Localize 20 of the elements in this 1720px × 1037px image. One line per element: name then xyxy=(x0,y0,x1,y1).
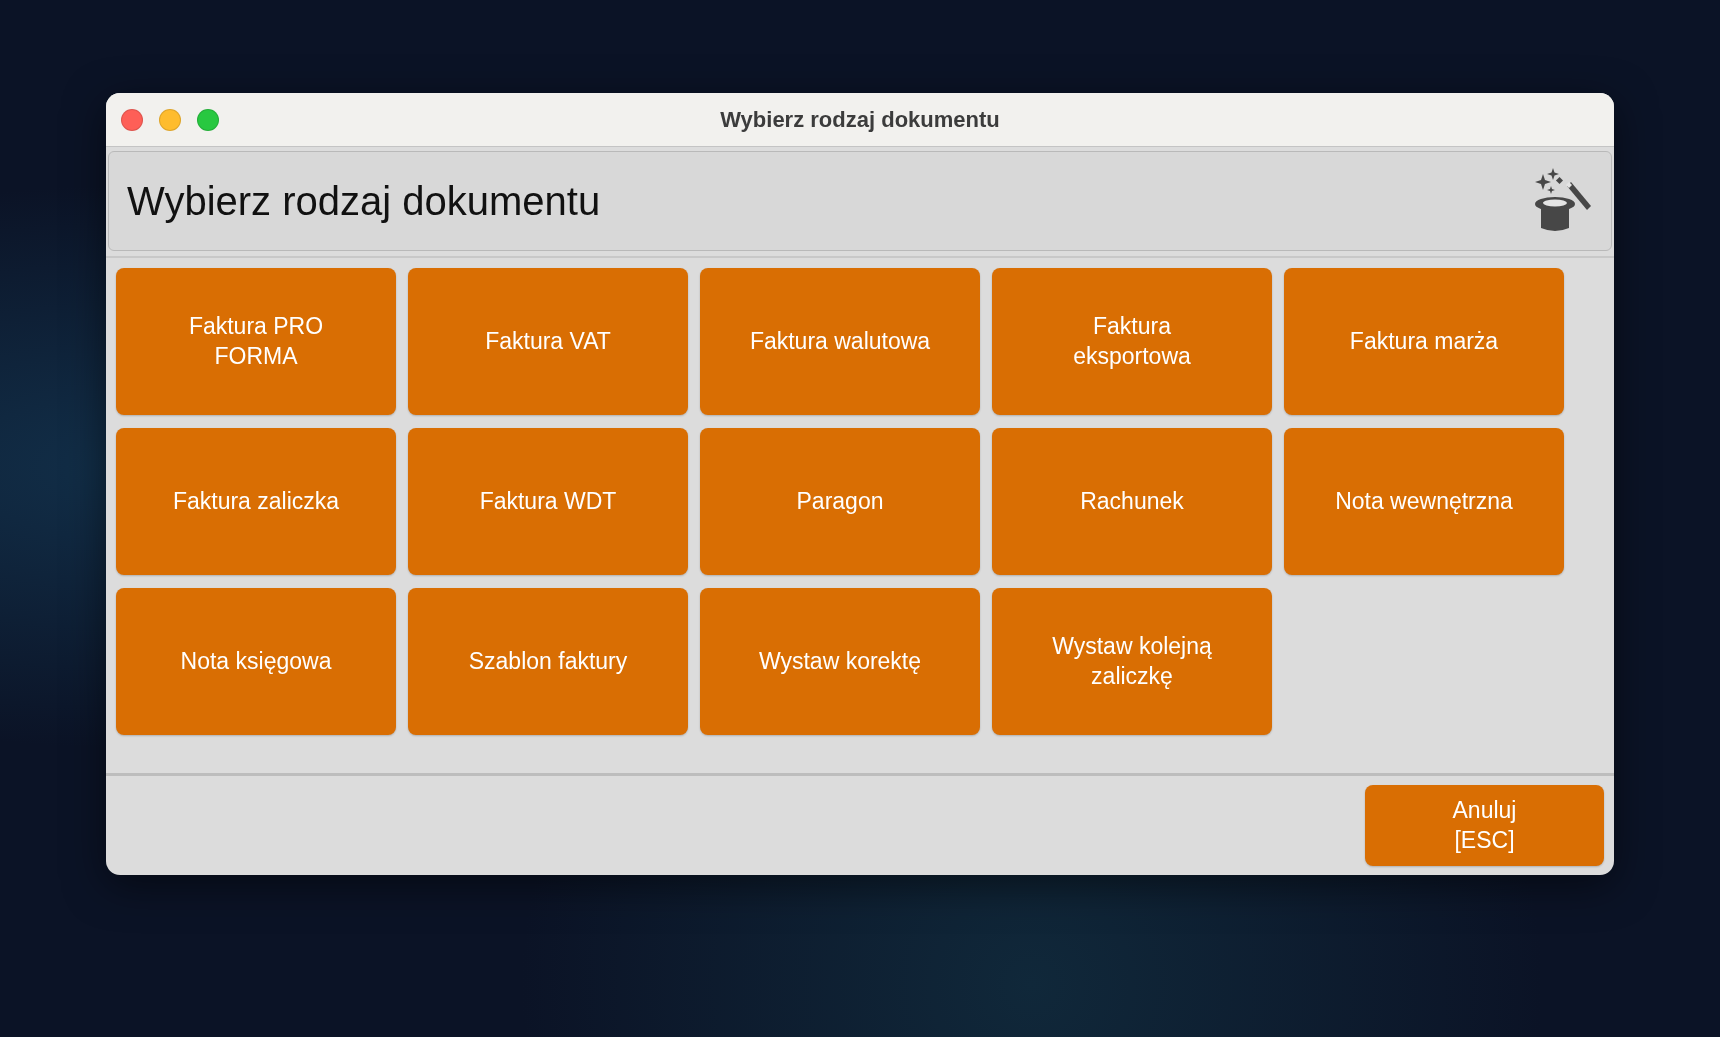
document-type-button[interactable]: Faktura WDT xyxy=(408,428,688,575)
document-type-button[interactable]: Faktura VAT xyxy=(408,268,688,415)
document-type-button[interactable]: Wystaw kolejną zaliczkę xyxy=(992,588,1272,735)
minimize-button[interactable] xyxy=(159,108,181,131)
document-type-button[interactable]: Faktura walutowa xyxy=(700,268,980,415)
document-type-button[interactable]: Wystaw korektę xyxy=(700,588,980,735)
document-type-button[interactable]: Szablon faktury xyxy=(408,588,688,735)
document-type-button[interactable]: Nota wewnętrzna xyxy=(1284,428,1564,575)
document-type-button[interactable]: Paragon xyxy=(700,428,980,575)
document-type-button[interactable]: Faktura eksportowa xyxy=(992,268,1272,415)
zoom-button[interactable] xyxy=(197,108,219,131)
header-title: Wybierz rodzaj dokumentu xyxy=(127,178,601,224)
document-type-button[interactable]: Faktura marża xyxy=(1284,268,1564,415)
cancel-button[interactable]: Anuluj [ESC] xyxy=(1365,785,1604,866)
close-button[interactable] xyxy=(121,108,143,131)
window-title: Wybierz rodzaj dokumentu xyxy=(720,106,1000,133)
document-type-button[interactable]: Faktura zaliczka xyxy=(116,428,396,575)
document-type-button[interactable]: Rachunek xyxy=(992,428,1272,575)
document-type-button[interactable]: Nota księgowa xyxy=(116,588,396,735)
document-type-button[interactable]: Faktura PRO FORMA xyxy=(116,268,396,415)
